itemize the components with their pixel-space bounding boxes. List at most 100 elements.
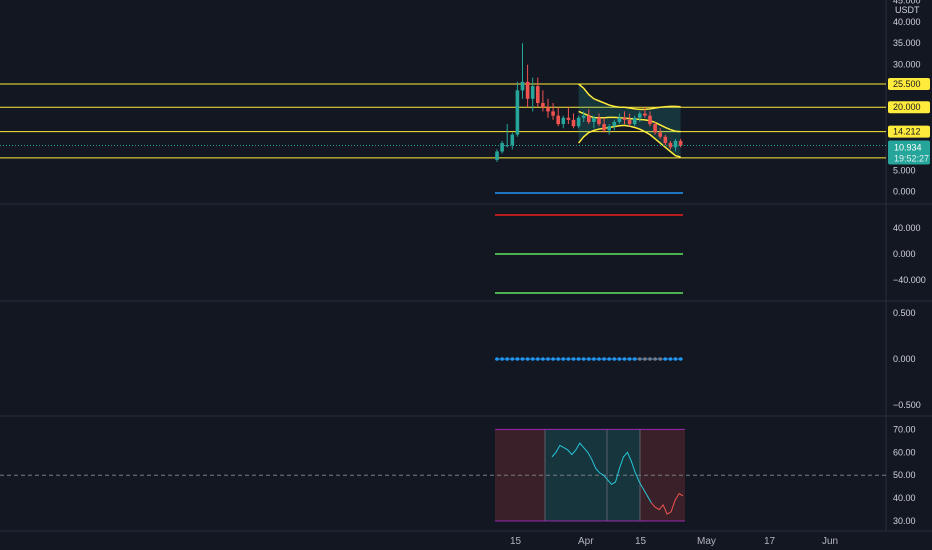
dots-tick: −0.500 xyxy=(893,400,921,410)
last-price-label: 10.934 xyxy=(894,142,922,152)
zero-dot xyxy=(668,357,673,361)
zero-dot xyxy=(658,357,662,361)
candle-body xyxy=(525,81,530,99)
zero-dot xyxy=(597,357,601,361)
zero-dot xyxy=(556,357,560,361)
zero-dot xyxy=(638,357,642,361)
zero-dot xyxy=(627,357,632,361)
candle-body xyxy=(622,117,627,120)
candle-body xyxy=(510,134,515,146)
zero-dot xyxy=(622,357,627,361)
zero-dot xyxy=(643,357,647,361)
candle-body xyxy=(581,115,586,118)
price-tick: 45.000 xyxy=(893,0,921,5)
zero-dots-series xyxy=(495,357,683,361)
zero-dot xyxy=(612,357,617,361)
unit-label: USDT xyxy=(895,5,920,15)
zero-dot xyxy=(602,357,606,361)
candle-body xyxy=(617,117,622,122)
zero-dot xyxy=(653,357,657,361)
rsi-tick: 70.00 xyxy=(893,424,916,434)
price-tag-label: 14.212 xyxy=(893,127,921,137)
zero-dot xyxy=(510,357,515,361)
candle-body xyxy=(515,90,520,135)
candle-body xyxy=(602,124,606,131)
candle-body xyxy=(658,132,662,137)
price-tick: 40.000 xyxy=(893,17,921,27)
candle-body xyxy=(587,115,591,122)
zero-dot xyxy=(576,357,581,361)
last-price-tag: 10.934 19:52:27 xyxy=(888,140,930,165)
zero-dot xyxy=(581,357,586,361)
candle-body xyxy=(495,151,499,160)
zero-dot xyxy=(541,357,545,361)
dots-tick: 0.000 xyxy=(893,354,916,364)
countdown-label: 19:52:27 xyxy=(894,153,929,163)
candle-body xyxy=(571,119,576,127)
zero-dot xyxy=(632,357,637,361)
zero-dot xyxy=(673,357,678,361)
rsi-tick: 60.00 xyxy=(893,447,916,457)
rsi-tick: 30.00 xyxy=(893,516,916,526)
candle-body xyxy=(520,81,525,91)
zero-dot xyxy=(663,357,668,361)
price-tag-label: 20.000 xyxy=(893,102,921,112)
candle-body xyxy=(663,136,668,144)
zero-dot xyxy=(566,357,571,361)
zero-dot xyxy=(500,357,504,361)
candle-body xyxy=(546,107,550,112)
zero-dot xyxy=(495,357,499,361)
candle-body xyxy=(592,117,596,122)
candle-body xyxy=(576,117,581,127)
candle-body xyxy=(561,117,566,125)
zero-dot xyxy=(536,357,540,361)
zero-dot xyxy=(551,357,555,361)
rsi-tick: 50.00 xyxy=(893,470,916,480)
candle-body xyxy=(627,119,632,125)
price-tick: 30.000 xyxy=(893,60,921,70)
candle-body xyxy=(536,86,540,103)
candle-body xyxy=(607,126,611,131)
candle-body xyxy=(643,113,647,116)
zero-dot xyxy=(530,357,535,361)
rsi-tick: 40.00 xyxy=(893,493,916,503)
zero-dot xyxy=(592,357,596,361)
price-line-tags: 25.500 20.000 14.212 xyxy=(888,78,930,138)
price-tick: 35.000 xyxy=(893,38,921,48)
zero-dot xyxy=(607,357,611,361)
zero-dot xyxy=(546,357,550,361)
time-label: May xyxy=(697,536,716,547)
time-label: Jun xyxy=(822,536,838,547)
zero-dot xyxy=(617,357,622,361)
zero-dot xyxy=(520,357,525,361)
dots-tick: 0.500 xyxy=(893,308,916,318)
zero-dot xyxy=(505,357,510,361)
price-tick: 5.000 xyxy=(893,166,916,176)
zero-dot xyxy=(648,357,652,361)
zero-dot xyxy=(571,357,576,361)
zero-dot xyxy=(561,357,566,361)
candle-body xyxy=(648,115,652,125)
oscillator-tick: 0.000 xyxy=(893,249,916,259)
time-label: 15 xyxy=(510,536,522,547)
candle-body xyxy=(500,143,504,152)
candle-body xyxy=(678,140,683,146)
time-label: 15 xyxy=(635,536,647,547)
candle-body xyxy=(541,102,545,108)
zero-dot xyxy=(525,357,530,361)
candle-body xyxy=(638,113,642,118)
candle-body xyxy=(556,115,560,125)
chart-background xyxy=(0,0,932,550)
candle-body xyxy=(612,121,617,127)
candle-body xyxy=(632,117,637,125)
candle-body xyxy=(653,124,657,133)
zero-dot xyxy=(587,357,591,361)
candle-body xyxy=(566,117,571,120)
zero-dot xyxy=(678,357,683,361)
price-tick: 0.000 xyxy=(893,187,916,197)
candle-body xyxy=(530,86,535,99)
oscillator-tick: 40.000 xyxy=(893,223,921,233)
trading-chart[interactable]: USDT 45.00040.00035.00030.0005.0000.000 … xyxy=(0,0,932,550)
time-label: Apr xyxy=(578,536,594,547)
zero-dot xyxy=(515,357,520,361)
